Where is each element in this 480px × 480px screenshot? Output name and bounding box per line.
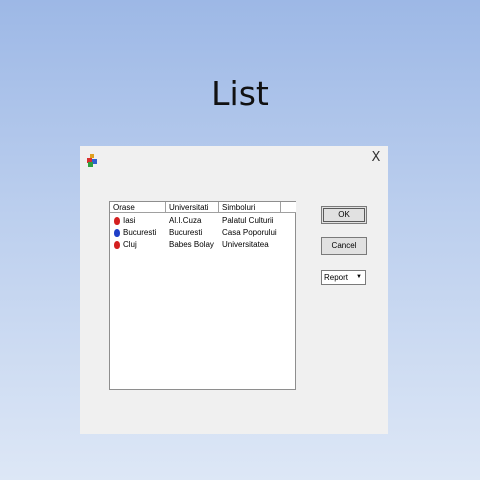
column-header-orase[interactable]: Orase [110, 202, 166, 213]
cell-universitate: Bucuresti [169, 228, 203, 237]
slide-title: List [211, 74, 269, 113]
list-item[interactable]: Cluj Babes Bolay Universitatea [110, 239, 295, 251]
cell-simbol: Universitatea [222, 240, 269, 249]
dialog-window: X Orase Universitati Simboluri Iasi Al.I… [80, 146, 388, 434]
ok-button[interactable]: OK [321, 206, 367, 224]
cell-simbol: Palatul Culturii [222, 216, 274, 225]
view-mode-select[interactable]: Report ▼ [321, 270, 366, 285]
cancel-button[interactable]: Cancel [321, 237, 367, 255]
app-shapes-icon [87, 154, 97, 167]
column-header-blank[interactable] [281, 202, 296, 213]
city-marker-icon [114, 241, 120, 249]
cell-oras: Bucuresti [123, 228, 157, 237]
cell-oras: Cluj [123, 240, 137, 249]
cell-universitate: Babes Bolay [169, 240, 214, 249]
view-mode-value: Report [324, 273, 349, 282]
chevron-down-icon[interactable]: ▼ [353, 271, 365, 284]
list-view[interactable]: Orase Universitati Simboluri Iasi Al.I.C… [109, 201, 296, 390]
close-icon[interactable]: X [368, 150, 384, 166]
column-header-simboluri[interactable]: Simboluri [219, 202, 281, 213]
city-marker-icon [114, 229, 120, 237]
list-item[interactable]: Iasi Al.I.Cuza Palatul Culturii [110, 215, 295, 227]
column-header-universitati[interactable]: Universitati [166, 202, 219, 213]
list-header: Orase Universitati Simboluri [110, 202, 296, 213]
city-marker-icon [114, 217, 120, 225]
list-item[interactable]: Bucuresti Bucuresti Casa Poporului [110, 227, 295, 239]
cell-oras: Iasi [123, 216, 136, 225]
cell-simbol: Casa Poporului [222, 228, 277, 237]
cell-universitate: Al.I.Cuza [169, 216, 202, 225]
